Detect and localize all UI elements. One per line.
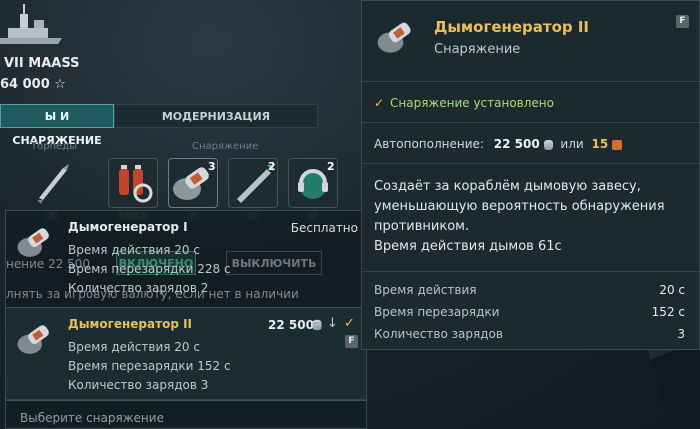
ship-xp: 64 000 ☆ (0, 77, 66, 92)
stat-label-charges: Количество зарядов (374, 327, 503, 341)
consumable-tooltip: Дымогенератор II Снаряжение F ✓ Снаряжен… (361, 0, 700, 350)
tooltip-status: Снаряжение установлено (390, 96, 554, 110)
dropdown-footer: Выберите снаряжение (20, 411, 164, 425)
stat-value-duration: 20 с (659, 283, 685, 297)
option-stat-duration: Время действия 20 с (68, 243, 200, 257)
tooltip-smoke-duration: Время действия дымов 61с (374, 239, 562, 254)
autofill-credits: 22 500 (493, 137, 540, 151)
divider (362, 271, 699, 272)
slot-torpedo[interactable] (27, 158, 77, 208)
slot-engine-boost[interactable] (108, 158, 158, 208)
engine-boost-icon (119, 165, 153, 203)
option-title: Дымогенератор I (68, 220, 188, 234)
autofill-label: Автопополнение: (374, 137, 484, 151)
divider (362, 81, 699, 82)
check-icon: ✓ (344, 316, 355, 331)
option-stat-charges: Количество зарядов 3 (68, 378, 209, 392)
divider (6, 399, 366, 400)
divider (362, 163, 699, 164)
stat-label-duration: Время действия (374, 283, 477, 297)
credits-icon (543, 139, 553, 150)
stat-label-reload: Время перезарядки (374, 305, 500, 319)
autofill-gold: 15 (591, 137, 609, 151)
tooltip-description: Создаёт за кораблём дымовую завесу, умен… (374, 179, 665, 234)
option-price: 22 500 (268, 318, 314, 332)
smoke-generator-icon (17, 325, 49, 354)
tooltip-autofill: Автопополнение: 22 500 или 15 (374, 137, 623, 151)
option-price: Бесплатно (290, 221, 358, 235)
tab-bar: Ы И СНАРЯЖЕНИЕ МОДЕРНИЗАЦИЯ (0, 104, 318, 147)
slot-smoke-count: 3 (208, 160, 216, 173)
check-icon: ✓ (374, 96, 385, 110)
stat-value-charges: 3 (677, 327, 685, 341)
consumable-dropdown: нение 22 500 лнять за игровую валюту, ес… (5, 210, 367, 429)
key-f: F (676, 15, 689, 28)
torpedo-icon (37, 164, 69, 204)
tab-equipment[interactable]: Ы И СНАРЯЖЕНИЕ (0, 104, 114, 147)
autofill-or: или (560, 137, 584, 151)
option-title: Дымогенератор II (68, 317, 193, 331)
doubloons-icon (612, 139, 623, 150)
stat-value-reload: 152 с (651, 305, 685, 319)
option-stat-charges: Количество зарядов 2 (68, 281, 209, 295)
slot-hydroacoustic-count: 2 (327, 160, 335, 173)
ship-name: VII MAASS (4, 56, 80, 71)
option-stat-reload: Время перезарядки 152 с (68, 359, 231, 373)
credits-icon (312, 319, 322, 331)
divider (362, 122, 699, 123)
option-smoke-generator-1[interactable]: Дымогенератор I Бесплатно Время действия… (6, 211, 366, 303)
option-smoke-generator-2[interactable]: Дымогенератор II 22 500 ↓ ✓ F Время дейс… (6, 307, 366, 401)
smoke-generator-icon (377, 22, 411, 53)
option-stat-duration: Время действия 20 с (68, 340, 200, 354)
option-stat-reload: Время перезарядки 228 с (68, 262, 231, 276)
slot-destroyer-count: 2 (268, 160, 276, 173)
smoke-generator-icon (17, 228, 49, 257)
tooltip-title: Дымогенератор II (434, 18, 590, 36)
section-label-consumables: Снаряжение (192, 141, 259, 152)
tab-upgrades[interactable]: МОДЕРНИЗАЦИЯ (114, 104, 318, 128)
key-f: F (345, 335, 358, 348)
download-arrow-icon: ↓ (327, 316, 338, 331)
tooltip-subtitle: Снаряжение (434, 42, 521, 57)
ship-image (0, 4, 62, 44)
section-label-torpedoes: Торпеды (31, 141, 78, 152)
